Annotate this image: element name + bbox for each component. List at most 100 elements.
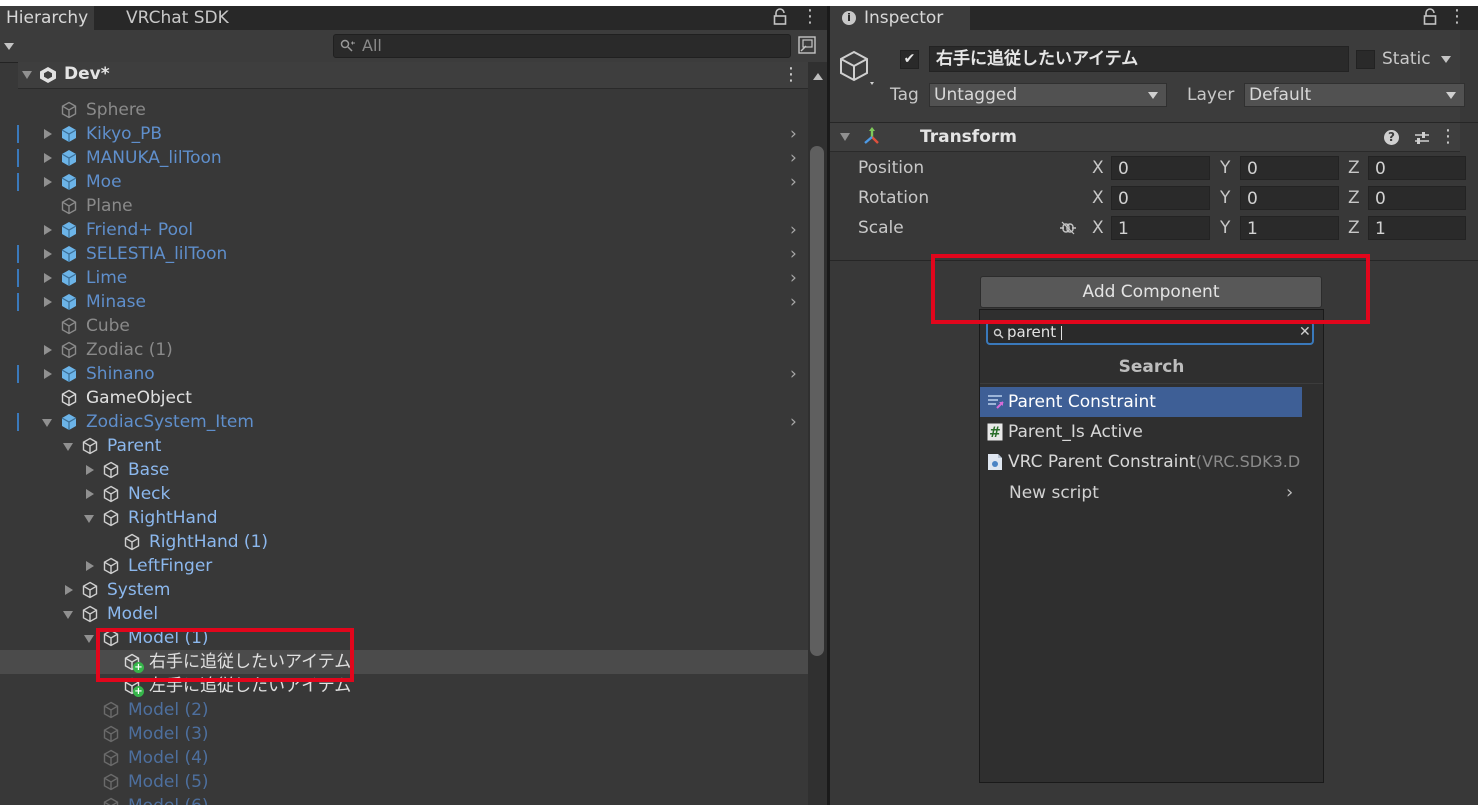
clear-search-icon[interactable]: ✕ <box>1299 323 1311 342</box>
tab-inspector[interactable]: i Inspector <box>830 6 970 30</box>
object-name-input[interactable]: 右手に追従したいアイテム <box>929 46 1349 72</box>
tag-dropdown[interactable]: Untagged <box>929 83 1167 107</box>
position-y-field[interactable]: 0 <box>1240 156 1339 180</box>
collapse-arrow-icon[interactable] <box>63 611 73 619</box>
scale-z-field[interactable]: 1 <box>1368 216 1466 240</box>
help-icon[interactable]: ? <box>1384 130 1399 145</box>
hierarchy-row[interactable]: Friend+ Pool › <box>0 218 808 242</box>
collapse-arrow-icon[interactable] <box>84 515 94 523</box>
hierarchy-row[interactable]: LeftFinger <box>0 554 808 578</box>
expand-arrow-icon[interactable] <box>44 177 52 187</box>
scale-x-field[interactable]: 1 <box>1111 216 1210 240</box>
hierarchy-row[interactable]: Zodiac (1) <box>0 338 808 362</box>
collapse-arrow-icon[interactable] <box>84 635 94 643</box>
expand-arrow-icon[interactable] <box>44 129 52 139</box>
component-search-input[interactable]: parent ✕ <box>986 321 1314 345</box>
hierarchy-row[interactable]: Shinano › <box>0 362 808 386</box>
expand-arrow-icon[interactable] <box>44 225 52 235</box>
collapse-arrow-icon[interactable] <box>63 443 73 451</box>
axis-x-label[interactable]: X <box>1092 155 1104 181</box>
new-script-item[interactable]: New script › <box>980 478 1323 508</box>
hierarchy-row[interactable]: Sphere <box>0 98 808 122</box>
scroll-up-arrow-icon[interactable] <box>813 73 823 80</box>
chevron-right-icon[interactable]: › <box>790 290 797 314</box>
hierarchy-row[interactable]: Model (6) <box>0 794 808 805</box>
expand-arrow-icon[interactable] <box>86 561 94 571</box>
component-result-item[interactable]: Parent Constraint <box>980 387 1302 417</box>
axis-y-label[interactable]: Y <box>1220 155 1230 181</box>
hierarchy-row[interactable]: Neck <box>0 482 808 506</box>
hierarchy-scrollbar[interactable] <box>808 62 827 805</box>
expand-arrow-icon[interactable] <box>44 297 52 307</box>
hierarchy-row[interactable]: Model (3) <box>0 722 808 746</box>
hierarchy-row[interactable]: Model (4) <box>0 746 808 770</box>
constrain-proportions-icon[interactable] <box>1058 221 1078 235</box>
create-dropdown-icon[interactable] <box>4 43 14 50</box>
rotation-x-field[interactable]: 0 <box>1111 186 1210 210</box>
chevron-right-icon[interactable]: › <box>790 122 797 146</box>
axis-z-label[interactable]: Z <box>1348 155 1360 181</box>
hierarchy-row[interactable]: Moe › <box>0 170 808 194</box>
transform-row-label[interactable]: Scale <box>858 215 904 241</box>
transform-foldout-arrow[interactable] <box>840 133 850 141</box>
chevron-right-icon[interactable]: › <box>790 410 797 434</box>
scene-header[interactable]: Dev* ⋮ <box>18 62 808 89</box>
hierarchy-row[interactable]: Lime › <box>0 266 808 290</box>
hierarchy-row[interactable]: MANUKA_lilToon › <box>0 146 808 170</box>
presets-icon[interactable] <box>1413 129 1431 147</box>
inspector-lock-icon[interactable] <box>1422 8 1438 26</box>
component-result-item[interactable]: VRC Parent Constraint(VRC.SDK3.D <box>980 447 1323 477</box>
hierarchy-row[interactable]: System <box>0 578 808 602</box>
layer-dropdown[interactable]: Default <box>1244 83 1465 107</box>
transform-menu-icon[interactable]: ⋮ <box>1439 123 1457 151</box>
scale-y-field[interactable]: 1 <box>1240 216 1339 240</box>
hierarchy-row[interactable]: Cube <box>0 314 808 338</box>
axis-x-label[interactable]: X <box>1092 185 1104 211</box>
kebab-menu-icon[interactable]: ⋮ <box>801 7 819 27</box>
position-x-field[interactable]: 0 <box>1111 156 1210 180</box>
hierarchy-row[interactable]: Plane <box>0 194 808 218</box>
hierarchy-row[interactable]: SELESTIA_lilToon › <box>0 242 808 266</box>
axis-y-label[interactable]: Y <box>1220 185 1230 211</box>
gameobject-icon[interactable] <box>838 48 878 90</box>
component-result-item[interactable]: # Parent_Is Active <box>980 417 1323 447</box>
chevron-right-icon[interactable]: › <box>790 242 797 266</box>
rotation-z-field[interactable]: 0 <box>1368 186 1466 210</box>
tab-hierarchy[interactable]: Hierarchy <box>0 6 95 30</box>
hierarchy-search-input[interactable]: All <box>333 34 791 58</box>
hierarchy-row[interactable]: Kikyo_PB › <box>0 122 808 146</box>
scrollbar-thumb[interactable] <box>810 146 824 656</box>
static-dropdown-icon[interactable] <box>1441 56 1451 63</box>
axis-x-label[interactable]: X <box>1092 215 1104 241</box>
axis-z-label[interactable]: Z <box>1348 215 1360 241</box>
expand-arrow-icon[interactable] <box>44 369 52 379</box>
transform-header[interactable]: Transform ? ⋮ <box>830 123 1460 152</box>
scene-visibility-icon[interactable] <box>797 35 817 55</box>
hierarchy-row[interactable]: Parent <box>0 434 808 458</box>
expand-arrow-icon[interactable] <box>44 345 52 355</box>
hierarchy-row[interactable]: Minase › <box>0 290 808 314</box>
hierarchy-row[interactable]: GameObject <box>0 386 808 410</box>
lock-icon[interactable] <box>772 8 788 26</box>
inspector-menu-icon[interactable]: ⋮ <box>1448 7 1466 27</box>
collapse-arrow-icon[interactable] <box>42 419 52 427</box>
scene-menu-icon[interactable]: ⋮ <box>782 62 800 88</box>
rotation-y-field[interactable]: 0 <box>1240 186 1339 210</box>
expand-arrow-icon[interactable] <box>44 153 52 163</box>
hierarchy-row[interactable]: RightHand <box>0 506 808 530</box>
active-checkbox[interactable]: ✔ <box>900 50 919 69</box>
expand-arrow-icon[interactable] <box>44 273 52 283</box>
chevron-right-icon[interactable]: › <box>790 146 797 170</box>
expand-arrow-icon[interactable] <box>86 465 94 475</box>
axis-y-label[interactable]: Y <box>1220 215 1230 241</box>
hierarchy-row[interactable]: RightHand (1) <box>0 530 808 554</box>
position-z-field[interactable]: 0 <box>1368 156 1466 180</box>
hierarchy-row[interactable]: Model <box>0 602 808 626</box>
tab-vrchat-sdk[interactable]: VRChat SDK <box>120 6 235 30</box>
chevron-right-icon[interactable]: › <box>790 362 797 386</box>
static-checkbox[interactable] <box>1356 50 1375 69</box>
expand-arrow-icon[interactable] <box>86 489 94 499</box>
hierarchy-row[interactable]: Base <box>0 458 808 482</box>
hierarchy-row[interactable]: ZodiacSystem_Item › <box>0 410 808 434</box>
expand-arrow-icon[interactable] <box>44 249 52 259</box>
